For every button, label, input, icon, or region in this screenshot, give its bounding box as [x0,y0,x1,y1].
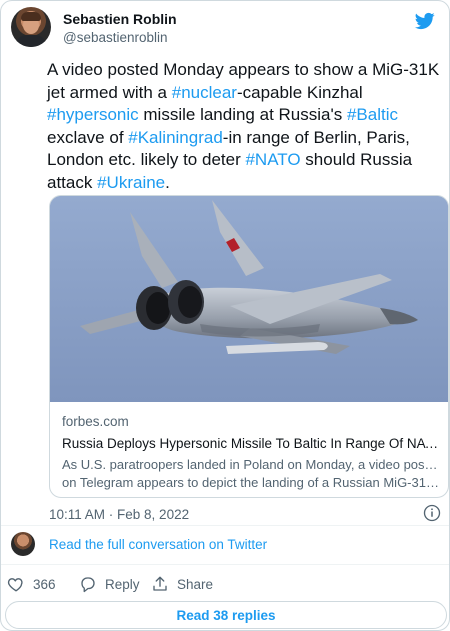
embedded-tweet-card: Sebastien Roblin @sebastienroblin A vide… [0,0,450,631]
share-label: Share [177,576,214,592]
reply-button[interactable]: Reply [79,575,140,593]
jet-photo[interactable] [50,196,448,402]
author-avatar-small[interactable] [11,532,35,556]
link-description-line: As U.S. paratroopers landed in Poland on… [62,457,440,472]
tweet-text-segment: exclave of [47,127,129,147]
divider [1,564,449,565]
tweet-actions: 366 Reply Share [7,575,439,595]
tweet-text: A video posted Monday appears to show a … [47,59,443,195]
reply-label: Reply [105,576,140,592]
share-icon [153,576,167,591]
reply-icon [81,577,95,593]
tweet-header: Sebastien Roblin @sebastienroblin [11,7,439,51]
twitter-bird-icon[interactable] [413,11,437,31]
tweet-text-segment: missile landing at Russia's [138,105,347,125]
hashtag-link[interactable]: #hypersonic [47,105,139,124]
heart-icon [7,578,23,592]
link-description: As U.S. paratroopers landed in Poland on… [62,456,440,492]
like-count: 366 [33,576,56,592]
share-button[interactable]: Share [151,575,213,593]
link-domain: forbes.com [62,414,129,429]
tweet-text-segment: . [165,172,170,192]
divider [1,525,449,526]
link-description-line: on Telegram appears to depict the landin… [62,475,440,490]
hashtag-link[interactable]: #Kaliningrad [128,128,223,147]
tweet-timestamp[interactable]: 10:11 AM · Feb 8, 2022 [49,507,189,522]
tweet-text-segment: -capable Kinzhal [236,82,363,102]
read-replies-button[interactable]: Read 38 replies [5,601,447,629]
link-title[interactable]: Russia Deploys Hypersonic Missile To Bal… [62,436,440,451]
hashtag-link[interactable]: #NATO [245,150,300,169]
link-preview-card[interactable]: forbes.com Russia Deploys Hypersonic Mis… [49,195,449,498]
author-avatar[interactable] [11,7,51,47]
author-handle[interactable]: @sebastienroblin [63,30,168,45]
info-icon[interactable] [423,504,441,522]
hashtag-link[interactable]: #Ukraine [97,173,165,192]
hashtag-link[interactable]: #nuclear [172,83,237,102]
read-conversation-link[interactable]: Read the full conversation on Twitter [49,537,267,552]
author-name[interactable]: Sebastien Roblin [63,11,177,27]
mig-31k-jet-image [50,196,448,402]
like-button[interactable]: 366 [7,575,56,593]
hashtag-link[interactable]: #Baltic [347,105,398,124]
